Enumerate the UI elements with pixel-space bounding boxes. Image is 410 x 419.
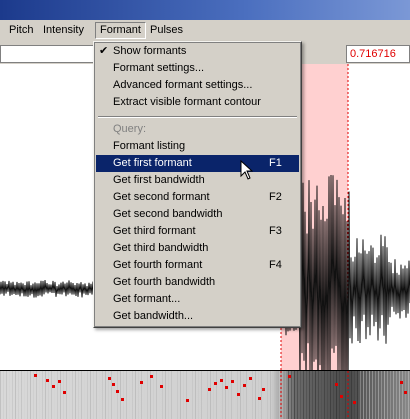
menu-item-label: Get second bandwidth [113, 208, 223, 220]
right-time-value: 0.716716 [350, 48, 396, 60]
formant-dot [214, 382, 217, 385]
formant-dot [288, 375, 291, 378]
menu-header-label: Query: [113, 123, 147, 135]
formant-dot [52, 385, 55, 388]
menu-pitch[interactable]: Pitch [5, 23, 37, 38]
formant-dot [208, 388, 211, 391]
menu-item-label: Get third formant [113, 225, 196, 237]
menu-item-label: Get first formant [113, 157, 192, 169]
menu-item-formant-listing[interactable]: Formant listing [96, 138, 299, 155]
menu-item-shortcut: F4 [269, 259, 282, 271]
formant-dot [249, 377, 252, 380]
spectrogram-panel[interactable] [0, 370, 410, 419]
formant-dot [140, 381, 143, 384]
formant-dot [231, 380, 234, 383]
menu-separator [98, 116, 297, 118]
menu-pulses[interactable]: Pulses [146, 23, 187, 38]
menu-header-query: Query: [96, 121, 299, 138]
formant-dot [237, 393, 240, 396]
formant-dot [258, 397, 261, 400]
menu-item-get-fourth-formant[interactable]: Get fourth formant F4 [96, 257, 299, 274]
formant-dot [34, 374, 37, 377]
menu-item-label: Get bandwidth... [113, 310, 194, 322]
formant-dot [58, 380, 61, 383]
window-title-bar [0, 0, 410, 20]
formant-dot [160, 385, 163, 388]
menu-item-label: Formant settings... [113, 62, 205, 74]
menu-item-label: Get fourth formant [113, 259, 203, 271]
formant-dot [262, 388, 265, 391]
formant-dot [150, 375, 153, 378]
menu-item-show-formants[interactable]: ✔ Show formants [96, 43, 299, 60]
menu-item-get-third-bandwidth[interactable]: Get third bandwidth [96, 240, 299, 257]
formant-dot [335, 383, 338, 386]
formant-dropdown-menu: ✔ Show formants Formant settings... Adva… [93, 41, 302, 328]
menu-item-shortcut: F2 [269, 191, 282, 203]
mouse-pointer-icon [240, 160, 254, 180]
menu-bar: Pitch Intensity Formant Pulses [0, 20, 410, 43]
menu-item-label: Get fourth bandwidth [113, 276, 216, 288]
menu-item-shortcut: F3 [269, 225, 282, 237]
menu-item-get-first-bandwidth[interactable]: Get first bandwidth [96, 172, 299, 189]
menu-item-get-bandwidth[interactable]: Get bandwidth... [96, 308, 299, 325]
menu-item-get-formant[interactable]: Get formant... [96, 291, 299, 308]
formant-dot [186, 399, 189, 402]
formant-dot [116, 390, 119, 393]
formant-dot [243, 384, 246, 387]
menu-item-label: Extract visible formant contour [113, 96, 261, 108]
formant-dot [400, 381, 403, 384]
formant-dot [112, 383, 115, 386]
formant-dot [46, 379, 49, 382]
menu-item-get-third-formant[interactable]: Get third formant F3 [96, 223, 299, 240]
menu-item-label: Get first bandwidth [113, 174, 205, 186]
formant-dot [220, 379, 223, 382]
menu-item-label: Advanced formant settings... [113, 79, 253, 91]
menu-formant[interactable]: Formant [95, 22, 146, 39]
menu-item-label: Formant listing [113, 140, 186, 152]
formant-dot [108, 377, 111, 380]
menu-intensity[interactable]: Intensity [39, 23, 88, 38]
menu-item-shortcut: F1 [269, 157, 282, 169]
menu-item-get-second-formant[interactable]: Get second formant F2 [96, 189, 299, 206]
menu-item-get-second-bandwidth[interactable]: Get second bandwidth [96, 206, 299, 223]
spectrogram-svg [0, 371, 410, 419]
menu-item-formant-settings[interactable]: Formant settings... [96, 60, 299, 77]
formant-dot [121, 398, 124, 401]
formant-dot [404, 391, 407, 394]
menu-item-label: Get second formant [113, 191, 210, 203]
formant-dot [340, 395, 343, 398]
formant-dot [63, 391, 66, 394]
menu-item-label: Show formants [113, 45, 187, 57]
formant-dot [353, 401, 356, 404]
menu-item-label: Get third bandwidth [113, 242, 209, 254]
menu-item-advanced-formant-settings[interactable]: Advanced formant settings... [96, 77, 299, 94]
menu-item-extract-formant-contour[interactable]: Extract visible formant contour [96, 94, 299, 111]
formant-dot [225, 386, 228, 389]
menu-item-label: Get formant... [113, 293, 181, 305]
menu-item-get-first-formant[interactable]: Get first formant F1 [96, 155, 299, 172]
menu-item-get-fourth-bandwidth[interactable]: Get fourth bandwidth [96, 274, 299, 291]
check-icon: ✔ [99, 45, 109, 57]
right-time-cell: 0.716716 [346, 45, 410, 63]
